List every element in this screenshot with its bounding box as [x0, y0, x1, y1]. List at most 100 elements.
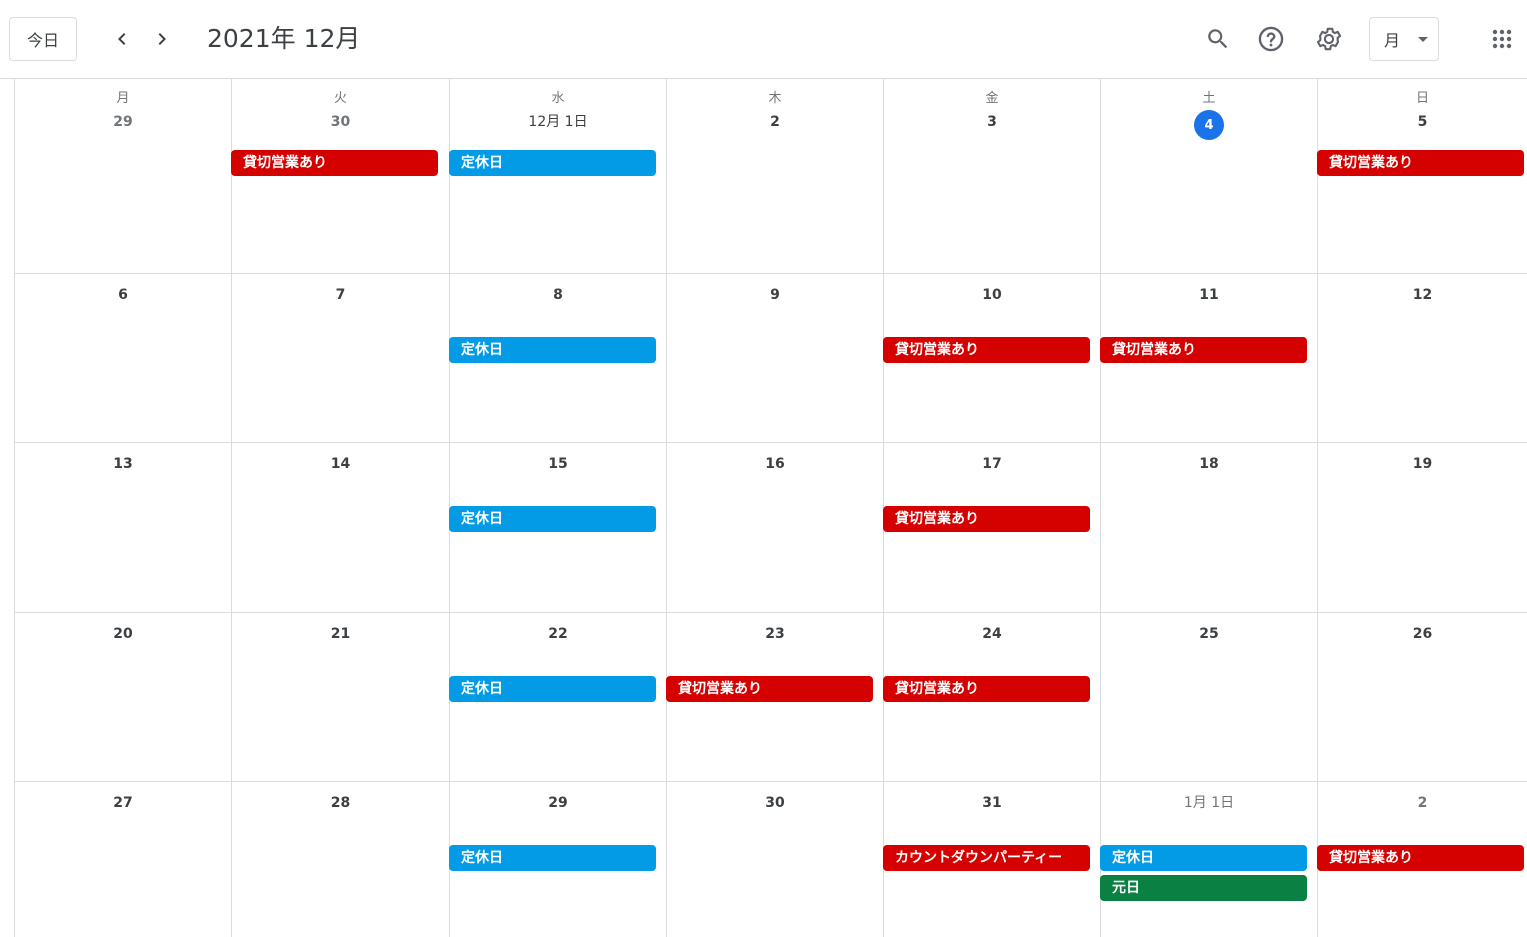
day-number[interactable]: 29 — [15, 112, 231, 132]
day-number[interactable]: 1月 1日 — [1101, 793, 1317, 813]
search-icon — [1208, 29, 1228, 49]
day-cell[interactable]: 15 定休日 — [449, 443, 667, 613]
day-number[interactable]: 17 — [884, 454, 1100, 474]
day-number[interactable]: 9 — [667, 285, 883, 305]
day-number[interactable]: 15 — [450, 454, 666, 474]
day-cell[interactable]: 24 貸切営業あり — [883, 613, 1101, 782]
day-number[interactable]: 3 — [884, 112, 1100, 132]
day-cell[interactable]: 21 — [232, 613, 450, 782]
day-cell[interactable]: 火 30 貸切営業あり — [231, 79, 450, 274]
day-cell[interactable]: 20 — [15, 613, 232, 782]
day-cell[interactable]: 29 定休日 — [449, 782, 667, 937]
help-circle-icon — [1258, 26, 1284, 52]
day-cell[interactable]: 7 — [232, 274, 450, 443]
day-cell[interactable]: 9 — [667, 274, 884, 443]
day-number[interactable]: 24 — [884, 624, 1100, 644]
event-chip[interactable]: 貸切営業あり — [1317, 845, 1524, 871]
day-number[interactable]: 30 — [667, 793, 883, 813]
day-cell[interactable]: 1月 1日定休日元日 — [1100, 782, 1318, 937]
event-chip[interactable]: 貸切営業あり — [231, 150, 438, 176]
day-cell[interactable]: 18 — [1101, 443, 1318, 613]
event-chip[interactable]: 定休日 — [449, 506, 656, 532]
day-number[interactable]: 22 — [450, 624, 666, 644]
day-number[interactable]: 12月 1日 — [450, 112, 666, 132]
day-cell[interactable]: 10 貸切営業あり — [883, 274, 1101, 443]
day-cell[interactable]: 11 貸切営業あり — [1100, 274, 1318, 443]
previous-month-button[interactable] — [102, 19, 142, 59]
day-number[interactable]: 25 — [1101, 624, 1317, 644]
day-number[interactable]: 14 — [232, 454, 449, 474]
day-number[interactable]: 12 — [1318, 285, 1527, 305]
day-cell[interactable]: 16 — [667, 443, 884, 613]
day-number[interactable]: 13 — [15, 454, 231, 474]
day-number[interactable]: 29 — [450, 793, 666, 813]
event-chip[interactable]: 定休日 — [449, 676, 656, 702]
today-button[interactable]: 今日 — [9, 17, 77, 61]
event-chip[interactable]: 定休日 — [449, 150, 656, 176]
search-button[interactable] — [1195, 16, 1241, 62]
apps-button[interactable] — [1479, 16, 1525, 62]
weekday-header: 水 — [551, 91, 565, 106]
day-cell[interactable]: 28 — [232, 782, 450, 937]
event-chip[interactable]: 定休日 — [449, 845, 656, 871]
gear-icon — [1316, 27, 1342, 51]
event-chip[interactable]: 貸切営業あり — [666, 676, 873, 702]
day-cell[interactable]: 31 カウントダウンパーティー — [883, 782, 1101, 937]
day-cell[interactable]: 8 定休日 — [449, 274, 667, 443]
day-number[interactable]: 11 — [1101, 285, 1317, 305]
day-cell[interactable]: 23 貸切営業あり — [666, 613, 884, 782]
day-cell[interactable]: 26 — [1318, 613, 1527, 782]
day-number[interactable]: 10 — [884, 285, 1100, 305]
day-number[interactable]: 8 — [450, 285, 666, 305]
day-cell[interactable]: 月 29 — [15, 79, 232, 274]
day-cell[interactable]: 19 — [1318, 443, 1527, 613]
day-cell[interactable]: 30 — [667, 782, 884, 937]
day-number[interactable]: 16 — [667, 454, 883, 474]
day-cell[interactable]: 17 貸切営業あり — [883, 443, 1101, 613]
help-button[interactable] — [1248, 16, 1294, 62]
day-cell[interactable]: 22 定休日 — [449, 613, 667, 782]
day-number[interactable]: 23 — [667, 624, 883, 644]
day-cell[interactable]: 木2 — [667, 79, 884, 274]
day-number[interactable]: 28 — [232, 793, 449, 813]
day-cell[interactable]: 日 5 貸切営業あり — [1317, 79, 1527, 274]
day-cell[interactable]: 12 — [1318, 274, 1527, 443]
day-cell[interactable]: 金3 — [884, 79, 1101, 274]
day-number[interactable]: 18 — [1101, 454, 1317, 474]
view-selector[interactable]: 月 — [1369, 17, 1439, 61]
event-chip[interactable]: 元日 — [1100, 875, 1307, 901]
settings-button[interactable] — [1306, 16, 1352, 62]
day-number[interactable]: 19 — [1318, 454, 1527, 474]
day-number[interactable]: 6 — [15, 285, 231, 305]
day-cell[interactable]: 2 貸切営業あり — [1317, 782, 1527, 937]
view-selector-label: 月 — [1384, 31, 1401, 50]
day-number[interactable]: 2 — [1318, 793, 1527, 813]
today-date-badge[interactable]: 4 — [1194, 110, 1224, 140]
day-cell[interactable]: 27 — [15, 782, 232, 937]
day-cell[interactable]: 土4 — [1101, 79, 1318, 274]
next-month-button[interactable] — [142, 19, 182, 59]
day-cell[interactable]: 25 — [1101, 613, 1318, 782]
day-cell[interactable]: 13 — [15, 443, 232, 613]
event-chip[interactable]: 定休日 — [449, 337, 656, 363]
event-chip[interactable]: 貸切営業あり — [1100, 337, 1307, 363]
day-number[interactable]: 20 — [15, 624, 231, 644]
day-number[interactable]: 31 — [884, 793, 1100, 813]
day-number[interactable]: 26 — [1318, 624, 1527, 644]
day-number[interactable]: 27 — [15, 793, 231, 813]
day-cell[interactable]: 6 — [15, 274, 232, 443]
day-number[interactable]: 2 — [667, 112, 883, 132]
event-chip[interactable]: 貸切営業あり — [1317, 150, 1524, 176]
day-number[interactable]: 30 — [232, 112, 449, 132]
day-number[interactable]: 21 — [232, 624, 449, 644]
event-chip[interactable]: 定休日 — [1100, 845, 1307, 871]
day-cell[interactable]: 水 12月 1日定休日 — [449, 79, 667, 274]
day-number[interactable]: 7 — [232, 285, 449, 305]
calendar-toolbar: 今日 2021年 12月 月 — [0, 0, 1527, 79]
day-cell[interactable]: 14 — [232, 443, 450, 613]
event-chip[interactable]: 貸切営業あり — [883, 676, 1090, 702]
event-chip[interactable]: 貸切営業あり — [883, 506, 1090, 532]
event-chip[interactable]: カウントダウンパーティー — [883, 845, 1090, 871]
event-chip[interactable]: 貸切営業あり — [883, 337, 1090, 363]
day-number[interactable]: 5 — [1318, 112, 1527, 132]
